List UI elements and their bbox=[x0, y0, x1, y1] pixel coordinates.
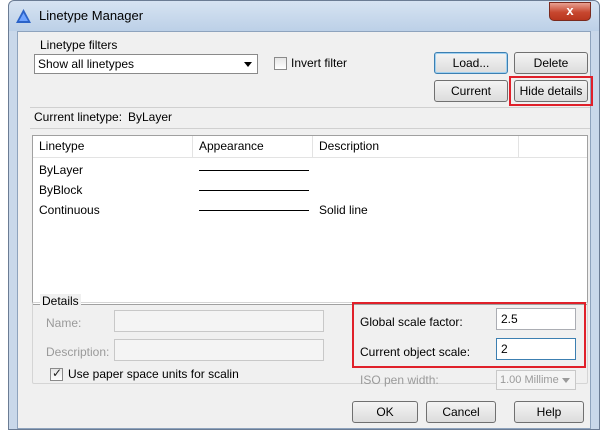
list-header: Linetype Appearance Description bbox=[33, 136, 587, 158]
appearance-sample bbox=[199, 170, 309, 171]
filter-selected-value: Show all linetypes bbox=[38, 57, 135, 71]
details-group-label: Details bbox=[40, 294, 81, 308]
name-field[interactable] bbox=[114, 310, 324, 332]
divider bbox=[30, 128, 590, 129]
description-label: Description: bbox=[46, 345, 110, 359]
app-icon bbox=[16, 9, 31, 23]
divider bbox=[30, 107, 590, 108]
chevron-down-icon bbox=[244, 62, 252, 67]
ok-button[interactable]: OK bbox=[352, 401, 418, 423]
close-button[interactable]: x bbox=[549, 2, 591, 21]
linetype-filter-dropdown[interactable]: Show all linetypes bbox=[34, 54, 258, 74]
column-header-linetype[interactable]: Linetype bbox=[33, 136, 193, 158]
current-button[interactable]: Current bbox=[434, 80, 508, 102]
delete-button[interactable]: Delete bbox=[514, 52, 588, 74]
iso-pen-width-dropdown[interactable]: 1.00 Millime bbox=[496, 370, 576, 390]
title-bar[interactable]: Linetype Manager x bbox=[9, 1, 599, 31]
column-header-appearance[interactable]: Appearance bbox=[193, 136, 313, 158]
linetype-name: ByBlock bbox=[39, 183, 83, 197]
name-label: Name: bbox=[46, 316, 82, 330]
window-title: Linetype Manager bbox=[39, 8, 144, 23]
column-header-description[interactable]: Description bbox=[313, 136, 519, 158]
linetype-description: Solid line bbox=[319, 203, 368, 217]
dialog-body: Linetype filters Show all linetypes Inve… bbox=[17, 31, 593, 429]
hide-details-highlight bbox=[509, 76, 593, 106]
invert-filter-checkbox[interactable] bbox=[274, 57, 287, 70]
invert-filter-label: Invert filter bbox=[291, 56, 348, 70]
appearance-sample bbox=[199, 190, 309, 191]
load-button[interactable]: Load... bbox=[434, 52, 508, 74]
linetype-name: ByLayer bbox=[39, 163, 84, 177]
cancel-button[interactable]: Cancel bbox=[426, 401, 496, 423]
linetype-name: Continuous bbox=[39, 203, 100, 217]
iso-pen-width-label: ISO pen width: bbox=[360, 373, 439, 387]
scale-highlight bbox=[352, 302, 586, 368]
table-row[interactable]: Continuous Solid line bbox=[33, 200, 587, 220]
iso-pen-width-value: 1.00 Millime bbox=[500, 374, 559, 386]
current-linetype-label: Current linetype: bbox=[34, 110, 123, 124]
table-row[interactable]: ByLayer bbox=[33, 160, 587, 180]
paper-space-units-checkbox[interactable] bbox=[50, 366, 63, 381]
linetype-manager-window: Linetype Manager x Linetype filters Show… bbox=[8, 0, 600, 430]
appearance-sample bbox=[199, 210, 309, 211]
table-row[interactable]: ByBlock bbox=[33, 180, 587, 200]
linetype-list[interactable]: Linetype Appearance Description ByLayer … bbox=[32, 135, 588, 305]
description-field[interactable] bbox=[114, 339, 324, 361]
filters-group-label: Linetype filters bbox=[40, 38, 118, 52]
help-button[interactable]: Help bbox=[514, 401, 584, 423]
current-linetype-value: ByLayer bbox=[128, 110, 173, 124]
chevron-down-icon bbox=[562, 378, 570, 383]
paper-space-units-label: Use paper space units for scalin bbox=[68, 367, 239, 381]
